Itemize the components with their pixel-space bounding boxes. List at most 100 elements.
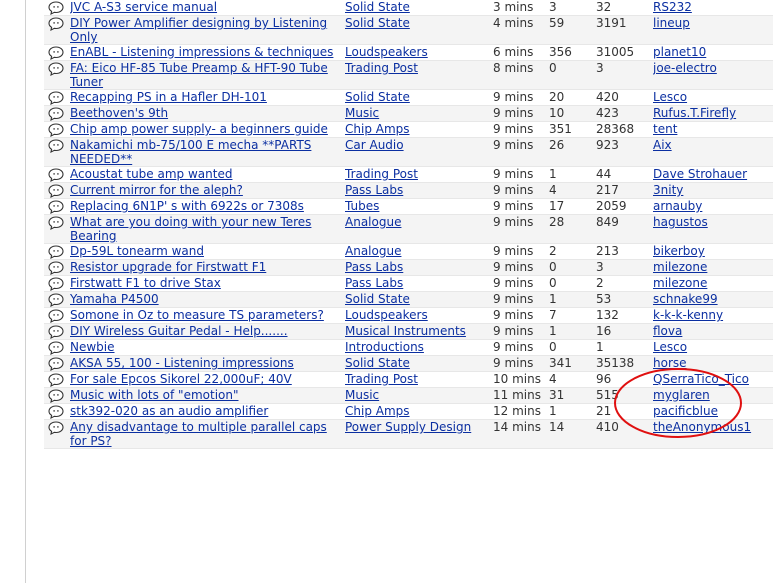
forum-link[interactable]: Chip Amps <box>345 404 410 418</box>
thread-title-link[interactable]: EnABL - Listening impressions & techniqu… <box>70 45 333 59</box>
thread-title-link[interactable]: Firstwatt F1 to drive Stax <box>70 276 221 290</box>
thread-row: DIY Wireless Guitar Pedal - Help....... … <box>44 323 773 340</box>
author-link[interactable]: schnake99 <box>653 292 718 306</box>
thread-title-link[interactable]: Resistor upgrade for Firstwatt F1 <box>70 260 266 274</box>
forum-link[interactable]: Analogue <box>345 244 401 258</box>
forum-link[interactable]: Car Audio <box>345 138 404 152</box>
thread-title-link[interactable]: JVC A-S3 service manual <box>70 0 217 14</box>
thread-title-link[interactable]: For sale Epcos Sikorel 22,000uF; 40V <box>70 372 292 386</box>
forum-link[interactable]: Music <box>345 388 379 402</box>
speech-bubble-icon[interactable] <box>48 107 64 121</box>
thread-title-link[interactable]: Nakamichi mb-75/100 E mecha **PARTS NEED… <box>70 138 311 166</box>
speech-bubble-icon[interactable] <box>48 405 64 419</box>
author-link[interactable]: 3nity <box>653 183 683 197</box>
speech-bubble-icon[interactable] <box>48 1 64 15</box>
speech-bubble-icon[interactable] <box>48 139 64 153</box>
author-link[interactable]: planet10 <box>653 45 706 59</box>
view-count: 35138 <box>596 356 635 370</box>
forum-link[interactable]: Pass Labs <box>345 260 403 274</box>
author-link[interactable]: bikerboy <box>653 244 705 258</box>
speech-bubble-icon[interactable] <box>48 389 64 403</box>
author-link[interactable]: RS232 <box>653 0 692 14</box>
view-count: 21 <box>596 404 612 418</box>
author-link[interactable]: Lesco <box>653 90 687 104</box>
forum-link[interactable]: Trading Post <box>345 61 418 75</box>
thread-title-link[interactable]: Beethoven's 9th <box>70 106 168 120</box>
forum-link[interactable]: Pass Labs <box>345 276 403 290</box>
author-link[interactable]: Rufus.T.Firefly <box>653 106 736 120</box>
speech-bubble-icon[interactable] <box>48 62 64 76</box>
forum-link[interactable]: Solid State <box>345 292 410 306</box>
forum-link[interactable]: Loudspeakers <box>345 308 428 322</box>
forum-link[interactable]: Pass Labs <box>345 183 403 197</box>
thread-title-link[interactable]: Chip amp power supply- a beginners guide <box>70 122 328 136</box>
forum-link[interactable]: Musical Instruments <box>345 324 466 338</box>
speech-bubble-icon[interactable] <box>48 123 64 137</box>
forum-link[interactable]: Music <box>345 106 379 120</box>
thread-title-link[interactable]: Newbie <box>70 340 115 354</box>
author-link[interactable]: milezone <box>653 260 707 274</box>
speech-bubble-icon[interactable] <box>48 341 64 355</box>
author-link[interactable]: Dave Strohauer <box>653 167 747 181</box>
forum-link[interactable]: Solid State <box>345 356 410 370</box>
speech-bubble-icon[interactable] <box>48 46 64 60</box>
author-link[interactable]: Lesco <box>653 340 687 354</box>
speech-bubble-icon[interactable] <box>48 325 64 339</box>
speech-bubble-icon[interactable] <box>48 168 64 182</box>
author-link[interactable]: hagustos <box>653 215 708 229</box>
author-link[interactable]: theAnonymous1 <box>653 420 751 434</box>
thread-title-link[interactable]: Replacing 6N1P' s with 6922s or 7308s <box>70 199 304 213</box>
speech-bubble-icon[interactable] <box>48 373 64 387</box>
author-link[interactable]: QSerraTico_Tico <box>653 372 749 386</box>
thread-title-link[interactable]: Dp-59L tonearm wand <box>70 244 204 258</box>
speech-bubble-icon[interactable] <box>48 421 64 435</box>
author-link[interactable]: horse <box>653 356 687 370</box>
forum-link[interactable]: Trading Post <box>345 372 418 386</box>
forum-link[interactable]: Introductions <box>345 340 424 354</box>
thread-title-link[interactable]: FA: Eico HF-85 Tube Preamp & HFT-90 Tube… <box>70 61 328 89</box>
speech-bubble-icon[interactable] <box>48 245 64 259</box>
author-link[interactable]: k-k-k-kenny <box>653 308 723 322</box>
author-link[interactable]: pacificblue <box>653 404 718 418</box>
thread-title-link[interactable]: Current mirror for the aleph? <box>70 183 243 197</box>
thread-title-link[interactable]: Music with lots of "emotion" <box>70 388 239 402</box>
speech-bubble-icon[interactable] <box>48 17 64 31</box>
speech-bubble-icon[interactable] <box>48 277 64 291</box>
thread-title-link[interactable]: Any disadvantage to multiple parallel ca… <box>70 420 327 448</box>
forum-link[interactable]: Analogue <box>345 215 401 229</box>
author-link[interactable]: milezone <box>653 276 707 290</box>
speech-bubble-icon[interactable] <box>48 261 64 275</box>
thread-title-link[interactable]: What are you doing with your new Teres B… <box>70 215 311 243</box>
thread-title-link[interactable]: DIY Wireless Guitar Pedal - Help....... <box>70 324 288 338</box>
speech-bubble-icon[interactable] <box>48 91 64 105</box>
author-link[interactable]: tent <box>653 122 677 136</box>
speech-bubble-icon[interactable] <box>48 293 64 307</box>
thread-title-link[interactable]: AKSA 55, 100 - Listening impressions <box>70 356 294 370</box>
author-link[interactable]: Aix <box>653 138 672 152</box>
speech-bubble-icon[interactable] <box>48 309 64 323</box>
forum-link[interactable]: Tubes <box>345 199 379 213</box>
author-link[interactable]: myglaren <box>653 388 710 402</box>
thread-title-link[interactable]: Recapping PS in a Hafler DH-101 <box>70 90 267 104</box>
author-link[interactable]: arnauby <box>653 199 702 213</box>
forum-link[interactable]: Solid State <box>345 90 410 104</box>
thread-title-link[interactable]: DIY Power Amplifier designing by Listeni… <box>70 16 327 44</box>
author-link[interactable]: joe-electro <box>653 61 717 75</box>
thread-title-link[interactable]: stk392-020 as an audio amplifier <box>70 404 268 418</box>
forum-link[interactable]: Trading Post <box>345 167 418 181</box>
forum-link[interactable]: Chip Amps <box>345 122 410 136</box>
speech-bubble-icon[interactable] <box>48 184 64 198</box>
speech-bubble-icon[interactable] <box>48 357 64 371</box>
thread-title-link[interactable]: Yamaha P4500 <box>70 292 159 306</box>
forum-link[interactable]: Power Supply Design <box>345 420 471 434</box>
author-link[interactable]: flova <box>653 324 682 338</box>
speech-bubble-icon[interactable] <box>48 216 64 230</box>
thread-title-link[interactable]: Somone in Oz to measure TS parameters? <box>70 308 324 322</box>
forum-link[interactable]: Loudspeakers <box>345 45 428 59</box>
thread-title-link[interactable]: Acoustat tube amp wanted <box>70 167 232 181</box>
forum-link[interactable]: Solid State <box>345 0 410 14</box>
forum-link[interactable]: Solid State <box>345 16 410 30</box>
author-link[interactable]: lineup <box>653 16 690 30</box>
speech-bubble-icon[interactable] <box>48 200 64 214</box>
last-post-time: 10 mins <box>493 372 541 386</box>
